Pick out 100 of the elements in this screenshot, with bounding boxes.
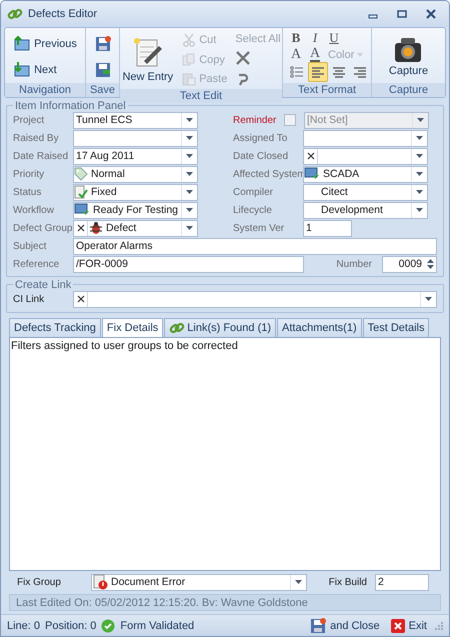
align-left-button[interactable] <box>308 62 328 82</box>
tag-icon <box>74 167 88 182</box>
clear-icon <box>76 295 84 304</box>
text-content: Filters assigned to user groups to be corrected <box>10 338 239 354</box>
clear-icon <box>306 152 314 160</box>
new-entry-button[interactable]: New Entry <box>118 34 178 86</box>
check-icon <box>101 618 116 633</box>
dropdown-field[interactable]: SCADA <box>303 166 428 183</box>
dropdown-field[interactable] <box>303 130 428 147</box>
tab[interactable]: Test Details <box>362 318 430 337</box>
close-icon <box>426 8 436 19</box>
cut-icon <box>182 33 196 48</box>
field-label: System Ver <box>233 222 286 234</box>
field-label: Number <box>335 258 373 270</box>
dropdown-field[interactable]: 17 Aug 2011 <box>73 148 198 165</box>
monitor-icon <box>304 167 320 182</box>
field-label: Assigned To <box>233 132 288 144</box>
dropdown-arrow-icon <box>186 118 193 122</box>
dropdown-arrow-icon <box>186 226 193 230</box>
monitor-icon <box>74 203 90 218</box>
monitor-icon <box>13 60 32 79</box>
dropdown-arrow-icon <box>416 208 423 212</box>
document-error-icon <box>92 574 108 590</box>
next-button[interactable]: Next <box>10 58 80 81</box>
monitor-icon <box>13 34 32 53</box>
group-caption: Navigation <box>5 82 85 97</box>
field-label: CI Link <box>13 294 46 305</box>
underline-button[interactable]: U <box>325 29 343 48</box>
input-field[interactable]: /FOR-0009 <box>73 256 304 273</box>
bug-icon <box>89 221 103 236</box>
align-left-icon <box>311 65 325 80</box>
tab[interactable]: Defects Tracking <box>9 318 101 337</box>
align-right-icon <box>353 65 367 80</box>
dropdown-arrow-icon <box>186 154 193 158</box>
field-label: Raised By <box>13 132 60 144</box>
maximize-icon <box>397 8 407 19</box>
delete-icon <box>235 50 252 66</box>
dropdown-field[interactable]: Development <box>303 202 428 219</box>
dropdown-field[interactable]: Document Error <box>91 574 307 591</box>
dropdown-arrow-icon <box>186 136 193 140</box>
list-icon <box>290 65 304 80</box>
dropdown-arrow-icon <box>416 136 423 140</box>
dropdown-arrow-icon <box>295 580 302 584</box>
input-field[interactable]: 1 <box>303 220 352 237</box>
field-label: Fix Group <box>16 576 62 588</box>
dropdown-arrow-icon <box>186 208 193 212</box>
dropdown-field[interactable]: Tunnel ECS <box>73 112 198 129</box>
field-label: Project <box>13 114 46 126</box>
dropdown-field[interactable]: Citect <box>303 184 428 201</box>
group-caption: Capture <box>372 82 445 97</box>
dropdown-field[interactable] <box>73 130 198 147</box>
group-caption: Text Format <box>283 82 371 97</box>
input-field[interactable]: 0009 <box>382 256 437 273</box>
tab[interactable]: Fix Details <box>102 318 164 337</box>
save-close-button[interactable]: and Close <box>307 618 383 634</box>
dropdown-arrow-icon <box>416 190 423 194</box>
dropdown-field[interactable] <box>303 148 428 165</box>
exit-button[interactable]: Exit <box>388 618 430 633</box>
panel-title: Create Link <box>14 278 72 291</box>
dropdown-arrow-icon <box>186 172 193 176</box>
dropdown-field[interactable]: Fixed <box>73 184 198 201</box>
paste-icon <box>182 72 196 86</box>
resize-grip-icon <box>435 622 443 630</box>
field-label: Compiler <box>233 186 274 198</box>
input-field[interactable]: 2 <box>375 574 429 591</box>
field-label: Subject <box>13 240 48 252</box>
align-center-icon <box>332 65 346 80</box>
dropdown-field[interactable]: Defect <box>73 220 198 237</box>
document-pencil-icon <box>132 36 164 69</box>
text-area[interactable]: Filters assigned to user groups to be corrected <box>9 336 441 571</box>
italic-button[interactable]: I <box>306 29 324 48</box>
camera-icon <box>394 36 422 63</box>
input-field[interactable]: Operator Alarms <box>73 238 437 255</box>
status-text: Line: 0 <box>7 620 40 632</box>
font-button[interactable]: A <box>287 46 305 64</box>
dropdown-arrow-icon <box>357 53 364 58</box>
dropdown-arrow-icon <box>416 172 423 176</box>
dropdown-field[interactable] <box>73 290 437 308</box>
save-icon <box>310 618 326 634</box>
group-caption: Text Edit <box>120 88 282 103</box>
field-label: Reminder <box>233 114 278 126</box>
document-check-icon <box>74 185 88 200</box>
dropdown-field[interactable]: Normal <box>73 166 198 183</box>
status-text: Position: 0 <box>45 620 96 632</box>
spin-down-icon <box>427 265 434 270</box>
field-label: Reference <box>13 258 60 270</box>
dropdown-field[interactable]: Ready For Testing <box>73 202 198 219</box>
spin-up-icon <box>427 259 434 264</box>
bold-button[interactable]: B <box>287 29 305 48</box>
save-icon <box>94 36 110 52</box>
capture-button[interactable]: Capture <box>384 34 432 80</box>
field-label: Lifecycle <box>233 204 273 216</box>
group-caption: Save <box>86 82 119 97</box>
previous-button[interactable]: Previous <box>10 32 80 55</box>
tab[interactable]: Attachments(1) <box>277 318 362 337</box>
dropdown-arrow-icon <box>425 297 432 302</box>
save-icon <box>94 62 110 78</box>
window-title: Defects Editor <box>28 8 98 20</box>
tab[interactable]: Link(s) Found (1) <box>164 318 276 337</box>
field-label: Date Raised <box>13 150 70 162</box>
